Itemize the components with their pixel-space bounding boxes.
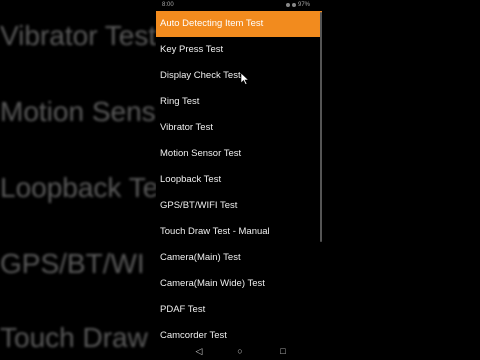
menu-item-camcorder[interactable]: Camcorder Test [156, 323, 322, 342]
phone-screen: 8:00 97% Auto Detecting Item Test Key Pr… [156, 0, 324, 360]
navigation-bar: ◁ ○ □ [156, 342, 324, 360]
test-menu-list: Auto Detecting Item Test Key Press Test … [156, 11, 322, 342]
menu-item-loopback[interactable]: Loopback Test [156, 167, 322, 193]
menu-item-display-check[interactable]: Display Check Test [156, 63, 322, 89]
background-text: Loopback Te [0, 172, 156, 203]
status-bar: 8:00 97% [156, 0, 324, 11]
status-time: 8:00 [162, 2, 174, 8]
mouse-cursor-icon [241, 73, 249, 85]
battery-level: 97% [297, 2, 310, 8]
menu-item-pdaf[interactable]: PDAF Test [156, 297, 322, 323]
wifi-icon [285, 3, 290, 7]
recent-apps-icon[interactable]: □ [278, 346, 288, 356]
back-icon[interactable]: ◁ [194, 346, 204, 356]
scrollbar[interactable] [320, 12, 322, 242]
background-text: GPS/BT/WI [0, 248, 145, 279]
menu-item-camera-main-wide[interactable]: Camera(Main Wide) Test [156, 271, 322, 297]
menu-item-motion-sensor[interactable]: Motion Sensor Test [156, 141, 322, 167]
signal-icon [291, 3, 296, 7]
background-text: Motion Sensor [0, 96, 156, 127]
menu-item-camera-main[interactable]: Camera(Main) Test [156, 245, 322, 271]
menu-item-auto-detecting[interactable]: Auto Detecting Item Test [156, 11, 322, 37]
menu-item-vibrator[interactable]: Vibrator Test [156, 115, 322, 141]
menu-item-ring[interactable]: Ring Test [156, 89, 322, 115]
menu-item-key-press[interactable]: Key Press Test [156, 37, 322, 63]
screen-recording: Vibrator Test Motion Sensor Loopback Te … [0, 0, 480, 360]
status-indicators: 97% [285, 2, 310, 8]
menu-item-touch-draw[interactable]: Touch Draw Test - Manual [156, 219, 322, 245]
home-icon[interactable]: ○ [235, 346, 245, 356]
background-text: Touch Draw [0, 322, 148, 353]
menu-item-gps-bt-wifi[interactable]: GPS/BT/WIFI Test [156, 193, 322, 219]
background-text: Vibrator Test [0, 20, 156, 51]
